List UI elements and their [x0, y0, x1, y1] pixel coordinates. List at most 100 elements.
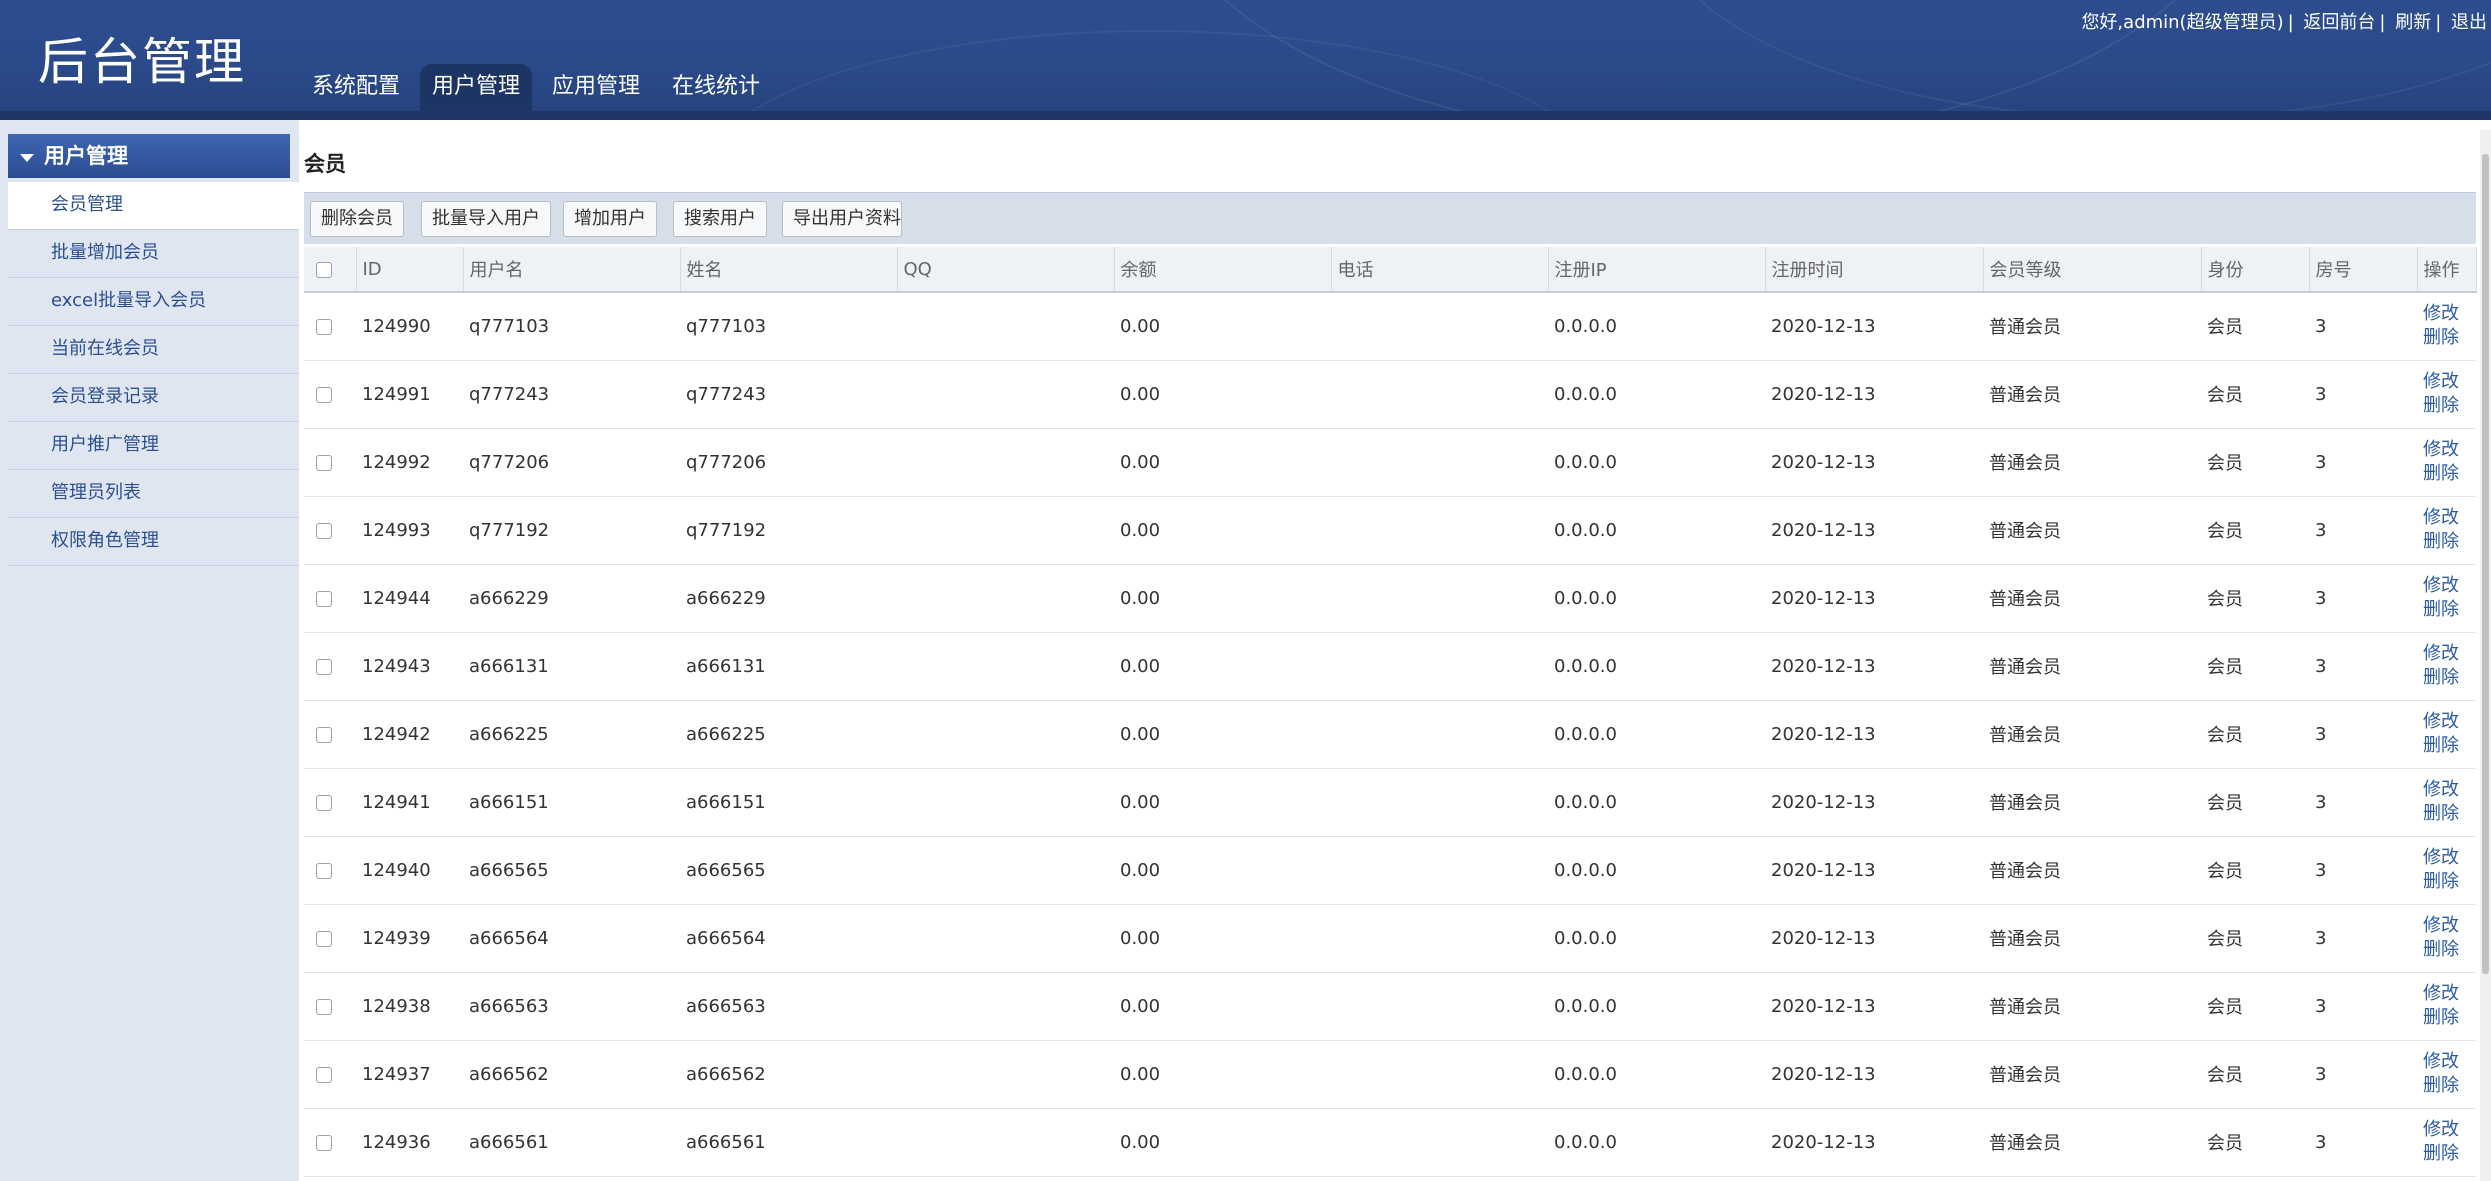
cell-level[interactable]: 普通会员: [1983, 972, 2201, 1041]
cell-level[interactable]: 普通会员: [1983, 428, 2201, 497]
row-checkbox[interactable]: [316, 590, 332, 607]
delete-link[interactable]: 删除: [2423, 462, 2476, 486]
sidebar-item-member-management[interactable]: 会员管理: [8, 182, 299, 230]
column-header-phone[interactable]: 电话: [1331, 247, 1549, 293]
edit-link[interactable]: 修改: [2423, 438, 2476, 462]
sidebar-item-batch-add-members[interactable]: 批量增加会员: [8, 230, 299, 278]
sidebar-item-promotion[interactable]: 用户推广管理: [8, 422, 299, 470]
edit-link[interactable]: 修改: [2423, 642, 2476, 666]
batch-import-button[interactable]: 批量导入用户: [421, 201, 551, 237]
select-all-checkbox[interactable]: [316, 261, 332, 278]
sidebar-item-roles[interactable]: 权限角色管理: [8, 518, 299, 566]
cell-level[interactable]: 普通会员: [1983, 360, 2201, 429]
cell-level[interactable]: 普通会员: [1983, 904, 2201, 973]
cell-level[interactable]: 普通会员: [1983, 1108, 2201, 1177]
cell-level[interactable]: 普通会员: [1983, 768, 2201, 837]
column-header-ip[interactable]: 注册IP: [1548, 247, 1766, 293]
row-checkbox[interactable]: [316, 862, 332, 879]
column-header-date[interactable]: 注册时间: [1765, 247, 1984, 293]
cell-role[interactable]: 会员: [2201, 360, 2309, 429]
column-header-name[interactable]: 姓名: [680, 247, 898, 293]
edit-link[interactable]: 修改: [2423, 710, 2476, 734]
cell-level[interactable]: 普通会员: [1983, 632, 2201, 701]
refresh-link[interactable]: 刷新: [2395, 12, 2431, 33]
cell-role[interactable]: 会员: [2201, 904, 2309, 973]
cell-level[interactable]: 普通会员: [1983, 496, 2201, 565]
delete-link[interactable]: 删除: [2423, 326, 2476, 350]
column-header-level[interactable]: 会员等级: [1983, 247, 2202, 293]
edit-link[interactable]: 修改: [2423, 370, 2476, 394]
delete-link[interactable]: 删除: [2423, 802, 2476, 826]
delete-link[interactable]: 删除: [2423, 394, 2476, 418]
scrollbar-thumb[interactable]: [2482, 154, 2489, 974]
row-checkbox[interactable]: [316, 998, 332, 1015]
delete-link[interactable]: 删除: [2423, 870, 2476, 894]
delete-link[interactable]: 删除: [2423, 666, 2476, 690]
edit-link[interactable]: 修改: [2423, 302, 2476, 326]
edit-link[interactable]: 修改: [2423, 846, 2476, 870]
sidebar-item-login-records[interactable]: 会员登录记录: [8, 374, 299, 422]
cell-level[interactable]: 普通会员: [1983, 700, 2201, 769]
sidebar-item-online-members[interactable]: 当前在线会员: [8, 326, 299, 374]
sidebar-section-header[interactable]: 用户管理: [8, 134, 290, 178]
row-checkbox[interactable]: [316, 522, 332, 539]
tab-app-management[interactable]: 应用管理: [540, 64, 652, 111]
delete-link[interactable]: 删除: [2423, 1142, 2476, 1166]
delete-link[interactable]: 删除: [2423, 734, 2476, 758]
column-header-role[interactable]: 身份: [2201, 247, 2310, 293]
row-checkbox[interactable]: [316, 1134, 332, 1151]
column-header-balance[interactable]: 余额: [1114, 247, 1332, 293]
cell-role[interactable]: 会员: [2201, 292, 2309, 361]
cell-level[interactable]: 普通会员: [1983, 564, 2201, 633]
delete-link[interactable]: 删除: [2423, 530, 2476, 554]
tab-user-management[interactable]: 用户管理: [420, 64, 533, 111]
column-header-qq[interactable]: QQ: [897, 247, 1115, 293]
cell-role[interactable]: 会员: [2201, 836, 2309, 905]
scrollbar[interactable]: [2480, 130, 2491, 1181]
tab-system-config[interactable]: 系统配置: [300, 64, 412, 111]
cell-role[interactable]: 会员: [2201, 632, 2309, 701]
column-header-room[interactable]: 房号: [2309, 247, 2418, 293]
delete-link[interactable]: 删除: [2423, 598, 2476, 622]
row-checkbox[interactable]: [316, 930, 332, 947]
sidebar-item-excel-import[interactable]: excel批量导入会员: [8, 278, 299, 326]
export-user-button[interactable]: 导出用户资料: [782, 201, 902, 237]
row-checkbox[interactable]: [316, 386, 332, 403]
cell-role[interactable]: 会员: [2201, 768, 2309, 837]
column-header-username[interactable]: 用户名: [463, 247, 681, 293]
back-to-front-link[interactable]: 返回前台: [2303, 12, 2375, 33]
cell-role[interactable]: 会员: [2201, 1108, 2309, 1177]
edit-link[interactable]: 修改: [2423, 778, 2476, 802]
row-checkbox[interactable]: [316, 794, 332, 811]
sidebar-item-admin-list[interactable]: 管理员列表: [8, 470, 299, 518]
search-user-button[interactable]: 搜索用户: [673, 201, 767, 237]
logout-link[interactable]: 退出: [2451, 12, 2487, 33]
delete-link[interactable]: 删除: [2423, 938, 2476, 962]
edit-link[interactable]: 修改: [2423, 506, 2476, 530]
row-checkbox[interactable]: [316, 658, 332, 675]
cell-level[interactable]: 普通会员: [1983, 836, 2201, 905]
add-user-button[interactable]: 增加用户: [563, 201, 657, 237]
cell-role[interactable]: 会员: [2201, 972, 2309, 1041]
edit-link[interactable]: 修改: [2423, 574, 2476, 598]
cell-role[interactable]: 会员: [2201, 564, 2309, 633]
tab-online-stats[interactable]: 在线统计: [660, 64, 772, 111]
cell-level[interactable]: 普通会员: [1983, 292, 2201, 361]
cell-level[interactable]: 普通会员: [1983, 1040, 2201, 1109]
delete-link[interactable]: 删除: [2423, 1074, 2476, 1098]
edit-link[interactable]: 修改: [2423, 1118, 2476, 1142]
cell-role[interactable]: 会员: [2201, 496, 2309, 565]
row-checkbox[interactable]: [316, 454, 332, 471]
cell-role[interactable]: 会员: [2201, 428, 2309, 497]
cell-role[interactable]: 会员: [2201, 1040, 2309, 1109]
edit-link[interactable]: 修改: [2423, 1050, 2476, 1074]
column-header-id[interactable]: ID: [356, 247, 464, 293]
edit-link[interactable]: 修改: [2423, 914, 2476, 938]
edit-link[interactable]: 修改: [2423, 982, 2476, 1006]
delete-link[interactable]: 删除: [2423, 1006, 2476, 1030]
row-checkbox[interactable]: [316, 726, 332, 743]
cell-role[interactable]: 会员: [2201, 700, 2309, 769]
row-checkbox[interactable]: [316, 1066, 332, 1083]
row-checkbox[interactable]: [316, 318, 332, 335]
delete-member-button[interactable]: 删除会员: [310, 201, 404, 237]
